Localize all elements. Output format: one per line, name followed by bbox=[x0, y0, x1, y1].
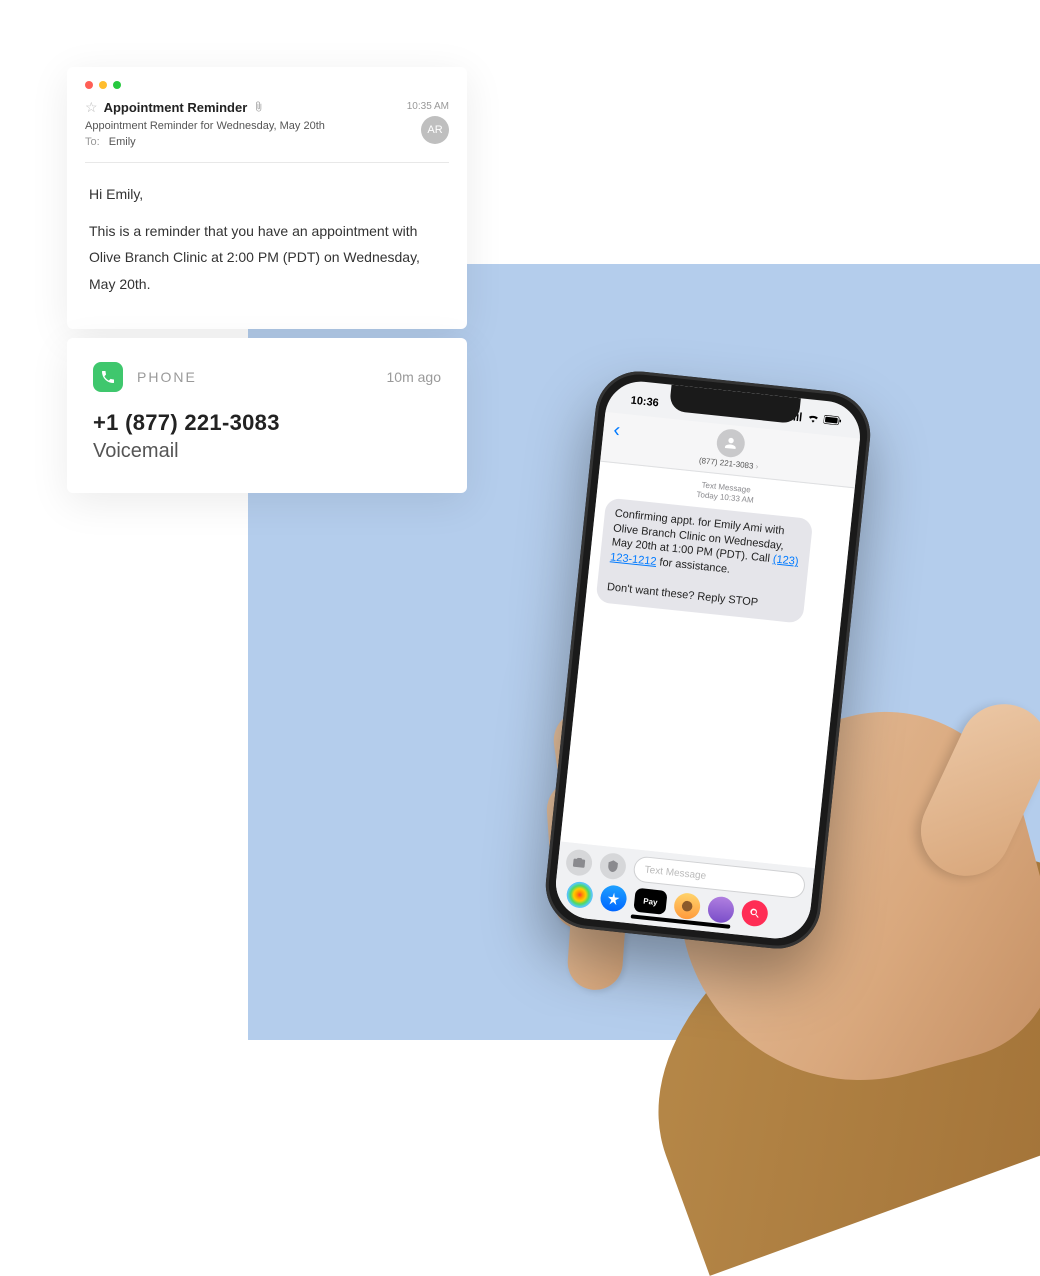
app-store-button[interactable] bbox=[599, 852, 628, 881]
minimize-window-button[interactable] bbox=[99, 81, 107, 89]
email-body-text: This is a reminder that you have an appo… bbox=[89, 218, 445, 298]
close-window-button[interactable] bbox=[85, 81, 93, 89]
sender-avatar: AR bbox=[421, 116, 449, 144]
notification-phone-number: +1 (877) 221-3083 bbox=[93, 410, 441, 436]
status-time: 10:36 bbox=[630, 395, 659, 410]
apple-pay-label: Pay bbox=[643, 896, 658, 906]
attachment-icon[interactable] bbox=[253, 101, 264, 115]
search-app-icon[interactable] bbox=[740, 899, 769, 928]
to-label: To: bbox=[85, 136, 100, 148]
battery-icon bbox=[823, 415, 842, 429]
divider bbox=[85, 162, 449, 163]
apple-pay-icon[interactable]: Pay bbox=[633, 888, 667, 915]
notification-app-name: PHONE bbox=[137, 369, 373, 385]
maximize-window-button[interactable] bbox=[113, 81, 121, 89]
notification-subtitle: Voicemail bbox=[93, 440, 441, 463]
phone-app-icon bbox=[93, 362, 123, 392]
contact-avatar[interactable] bbox=[715, 428, 746, 459]
phone-notification-card[interactable]: PHONE 10m ago +1 (877) 221-3083 Voicemai… bbox=[67, 338, 467, 493]
star-icon[interactable]: ☆ bbox=[85, 99, 98, 116]
hand-holding-phone: 10:36 ‹ bbox=[440, 360, 1040, 1040]
message-bubble[interactable]: Confirming appt. for Emily Ami with Oliv… bbox=[595, 497, 813, 623]
email-card: ☆ Appointment Reminder Appointment Remin… bbox=[67, 67, 467, 329]
window-controls bbox=[85, 81, 449, 89]
to-recipient: Emily bbox=[109, 136, 136, 148]
email-greeting: Hi Emily, bbox=[89, 181, 445, 208]
email-header: ☆ Appointment Reminder Appointment Remin… bbox=[85, 99, 449, 148]
wifi-icon bbox=[806, 413, 820, 426]
email-to-line: To: Emily bbox=[85, 136, 397, 148]
appstore-app-icon[interactable] bbox=[599, 884, 628, 913]
messages-thread[interactable]: Text Message Today 10:33 AM Confirming a… bbox=[560, 462, 855, 869]
phone-device: 10:36 ‹ bbox=[541, 367, 874, 953]
chevron-right-icon: › bbox=[755, 462, 759, 471]
phone-screen: 10:36 ‹ bbox=[552, 378, 863, 942]
memoji-icon[interactable] bbox=[707, 895, 736, 924]
email-body: Hi Emily, This is a reminder that you ha… bbox=[85, 181, 449, 297]
photos-app-icon[interactable] bbox=[565, 881, 594, 910]
camera-button[interactable] bbox=[565, 848, 594, 877]
bubble-text-3: Don't want these? Reply STOP bbox=[606, 581, 758, 609]
contact-number: (877) 221-3083 bbox=[699, 456, 754, 471]
email-sender: Appointment Reminder bbox=[104, 100, 248, 115]
notification-time: 10m ago bbox=[387, 369, 441, 385]
email-subject: Appointment Reminder for Wednesday, May … bbox=[85, 120, 397, 132]
input-placeholder: Text Message bbox=[644, 864, 707, 881]
email-timestamp: 10:35 AM bbox=[407, 101, 449, 112]
animoji-icon[interactable] bbox=[673, 892, 702, 921]
